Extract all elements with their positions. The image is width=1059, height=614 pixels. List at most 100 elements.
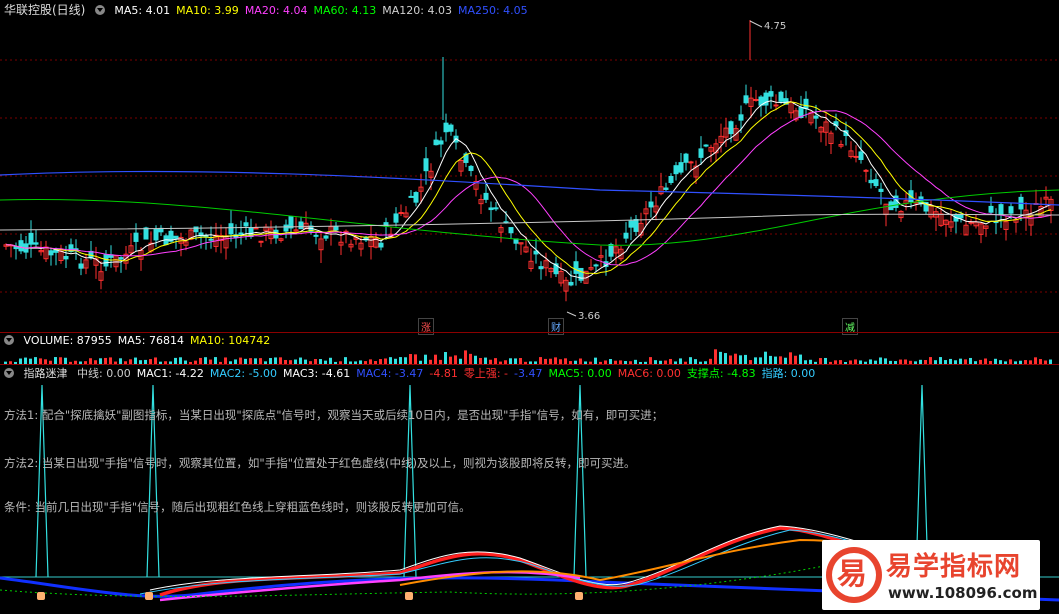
volume-bar: [279, 357, 282, 364]
volume-bar: [714, 349, 717, 364]
volume-bar: [939, 357, 942, 364]
volume-legend-item-1: MA5: 76814: [117, 334, 184, 347]
indicator-legend-item-1: MAC1: -4.22: [136, 367, 204, 380]
candle-body: [238, 232, 244, 235]
candle-body: [33, 242, 39, 245]
candle-body: [208, 238, 214, 241]
candle-body: [323, 235, 329, 239]
candle-body: [628, 220, 634, 228]
candle-body: [738, 114, 744, 121]
candle-body: [118, 257, 124, 260]
hand-marker-2: [405, 592, 413, 600]
candle-body: [103, 254, 109, 267]
indicator-legend-item-8: MAC5: 0.00: [548, 367, 612, 380]
volume-bar: [434, 354, 437, 364]
candle-body: [468, 165, 474, 172]
volume-bar: [444, 352, 447, 364]
volume-bar: [739, 355, 742, 364]
volume-bar: [464, 350, 467, 364]
candle-body: [573, 261, 579, 274]
low-price-label: 3.66: [578, 311, 601, 322]
candle-body: [773, 104, 779, 107]
volume-bar: [649, 357, 652, 364]
candle-body: [778, 91, 784, 102]
candle-body: [753, 98, 759, 101]
candle-body: [868, 179, 874, 184]
candle-body: [313, 234, 319, 237]
watermark-brand: 易学指标网: [886, 552, 1022, 582]
candle-body: [878, 188, 884, 192]
candle-body: [378, 242, 384, 248]
indicator-title: 指路迷津: [23, 367, 68, 380]
candle-body: [258, 240, 264, 243]
candle-body: [283, 224, 289, 232]
candle-body: [443, 122, 449, 133]
volume-bar: [399, 357, 402, 364]
volume-bar: [59, 357, 62, 364]
volume-bar: [469, 353, 472, 364]
volume-bar: [764, 351, 767, 364]
candle-body: [408, 195, 414, 198]
volume-bar: [539, 357, 542, 364]
candle-body: [803, 98, 809, 110]
indicator-legend-item-0: 中线: 0.00: [77, 367, 131, 380]
volume-bar: [54, 357, 57, 364]
volume-bar: [754, 357, 757, 364]
candle-body: [858, 151, 864, 161]
indicator-legend-item-9: MAC6: 0.00: [617, 367, 681, 380]
candle-body: [438, 140, 444, 145]
candle-body: [228, 223, 234, 235]
volume-bar: [789, 352, 792, 364]
volume-bar: [744, 354, 747, 364]
hand-marker-0: [37, 592, 45, 600]
volume-bar: [1034, 357, 1037, 364]
kline-chart[interactable]: [0, 0, 1059, 333]
volume-bar: [404, 357, 407, 364]
volume-bar: [454, 355, 457, 364]
watermark-logo: 易 易学指标网 www.108096.com: [822, 540, 1040, 610]
volume-bar: [929, 357, 932, 364]
candle-body: [768, 91, 774, 97]
volume-bar: [794, 355, 797, 364]
volume-chart[interactable]: [0, 348, 1059, 364]
candle-body: [608, 244, 614, 257]
candle-body: [28, 232, 34, 245]
indicator-settings-icon[interactable]: [4, 368, 14, 378]
volume-bar: [774, 356, 777, 364]
volume-bar: [389, 357, 392, 364]
volume-bar: [769, 355, 772, 364]
candle-body: [433, 139, 439, 146]
high-price-label: 4.75: [764, 21, 787, 32]
candle-body: [273, 229, 279, 239]
volume-bar: [724, 353, 727, 364]
panel-divider-1: [0, 332, 1059, 333]
candle-body: [133, 232, 139, 242]
candle-body: [538, 266, 544, 270]
candle-body: [398, 212, 404, 215]
candle-body: [488, 207, 494, 211]
candle-body: [623, 232, 629, 239]
note-method-1: 方法1: 配合"探底擒妖"副图指标，当某日出现"探底点"信号时，观察当天或后续1…: [4, 408, 664, 422]
volume-bar: [759, 357, 762, 364]
volume-bar: [729, 355, 732, 364]
indicator-legend-item-7: -3.47: [514, 367, 543, 380]
candle-body: [673, 165, 679, 175]
volume-bar: [474, 355, 477, 364]
candle-body: [633, 218, 639, 232]
volume-legend: VOLUME: 87955 MA5: 76814 MA10: 104742: [4, 334, 282, 348]
indicator-legend-item-5: -4.81: [429, 367, 458, 380]
candle-body: [508, 227, 514, 234]
indicator-legend-item-2: MAC2: -5.00: [209, 367, 278, 380]
volume-bar: [344, 357, 347, 364]
panel-divider-2: [0, 364, 1059, 365]
indicator-legend-item-10: 支撑点: -4.83: [686, 367, 756, 380]
candle-body: [998, 204, 1004, 216]
candle-body: [393, 213, 399, 223]
volume-bar: [109, 357, 112, 364]
candle-body: [288, 216, 294, 229]
indicator-legend-item-11: 指路: 0.00: [761, 367, 816, 380]
hand-marker-3: [575, 592, 583, 600]
candle-body: [683, 153, 689, 163]
candle-body: [48, 250, 54, 256]
volume-settings-icon[interactable]: [4, 335, 14, 345]
